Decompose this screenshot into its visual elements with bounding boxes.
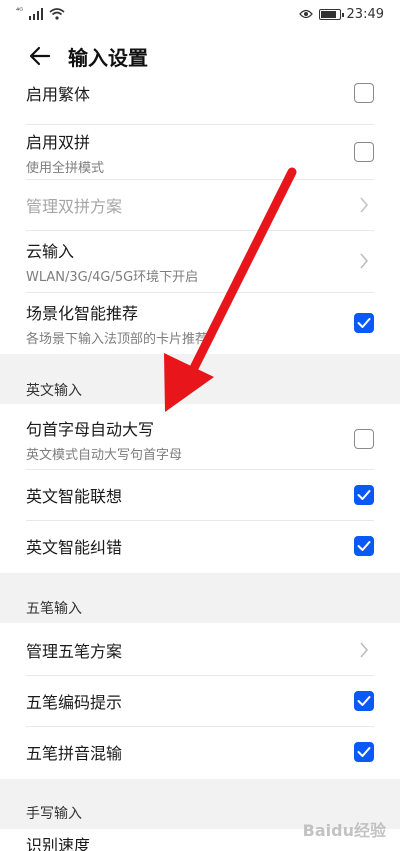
row-sublabel: WLAN/3G/4G/5G环境下开启 [26, 269, 199, 285]
row-wubi-pinyin-mix[interactable]: 五笔拼音混输 [0, 727, 400, 777]
row-sublabel: 使用全拼模式 [26, 160, 105, 176]
checkbox-checked[interactable] [354, 536, 374, 556]
checkbox[interactable] [354, 429, 374, 449]
chevron-right-icon [354, 195, 374, 215]
section-title: 英文输入 [26, 383, 82, 399]
wifi-icon [49, 8, 65, 20]
check-icon [357, 747, 371, 757]
eye-icon [298, 9, 313, 19]
row-label: 五笔编码提示 [26, 693, 123, 712]
battery-icon [318, 8, 344, 20]
checkbox-checked[interactable] [354, 742, 374, 762]
row-label: 启用繁体 [26, 85, 91, 104]
row-label: 管理双拼方案 [26, 197, 123, 216]
checkbox[interactable] [354, 142, 374, 162]
check-icon [357, 541, 371, 551]
watermark-logo: Baidu经验 [302, 821, 386, 840]
row-manage-wubi[interactable]: 管理五笔方案 [0, 625, 400, 675]
status-right: 23:49 [298, 6, 384, 22]
row-manage-shuangpin[interactable]: 管理双拼方案 [0, 180, 400, 230]
checkbox[interactable] [354, 83, 374, 103]
check-icon [357, 696, 371, 706]
row-traditional-chinese[interactable]: 启用繁体 [0, 80, 400, 106]
row-english-prediction[interactable]: 英文智能联想 [0, 470, 400, 520]
row-scene-recommend[interactable]: 场景化智能推荐 各场景下输入法顶部的卡片推荐 [0, 293, 400, 353]
row-sublabel: 各场景下输入法顶部的卡片推荐 [26, 331, 209, 347]
section-title: 五笔输入 [26, 601, 82, 617]
checkbox-checked[interactable] [354, 313, 374, 333]
signal-icon [29, 8, 44, 20]
row-label: 场景化智能推荐 [26, 303, 139, 323]
checkbox-checked[interactable] [354, 691, 374, 711]
row-label: 五笔拼音混输 [26, 744, 123, 763]
row-label: 句首字母自动大写 [26, 419, 155, 439]
check-icon [357, 490, 371, 500]
checkbox-checked[interactable] [354, 485, 374, 505]
row-label: 管理五笔方案 [26, 642, 123, 661]
row-label: 云输入 [26, 241, 75, 261]
row-label: 英文智能联想 [26, 487, 123, 506]
network-type: ⁴ᴳ [16, 5, 24, 15]
back-button[interactable] [20, 36, 60, 76]
row-sublabel: 英文模式自动大写句首字母 [26, 447, 183, 463]
row-label: 英文智能纠错 [26, 538, 123, 557]
back-arrow-icon [29, 46, 51, 66]
check-icon [357, 318, 371, 328]
section-title: 手写输入 [26, 806, 82, 822]
status-bar: ⁴ᴳ 23:49 [0, 0, 400, 28]
page-title: 输入设置 [68, 45, 148, 70]
row-auto-capitalize[interactable]: 句首字母自动大写 英文模式自动大写句首字母 [0, 409, 400, 469]
row-shuangpin[interactable]: 启用双拼 使用全拼模式 [0, 125, 400, 179]
app-bar: 输入设置 [0, 28, 400, 84]
status-left: ⁴ᴳ [16, 5, 65, 20]
row-wubi-code-hint[interactable]: 五笔编码提示 [0, 676, 400, 726]
row-cloud-input[interactable]: 云输入 WLAN/3G/4G/5G环境下开启 [0, 231, 400, 291]
chevron-right-icon [354, 251, 374, 271]
status-time: 23:49 [346, 6, 384, 22]
chevron-right-icon [354, 640, 374, 660]
row-english-autocorrect[interactable]: 英文智能纠错 [0, 521, 400, 571]
row-label: 启用双拼 [26, 132, 91, 152]
